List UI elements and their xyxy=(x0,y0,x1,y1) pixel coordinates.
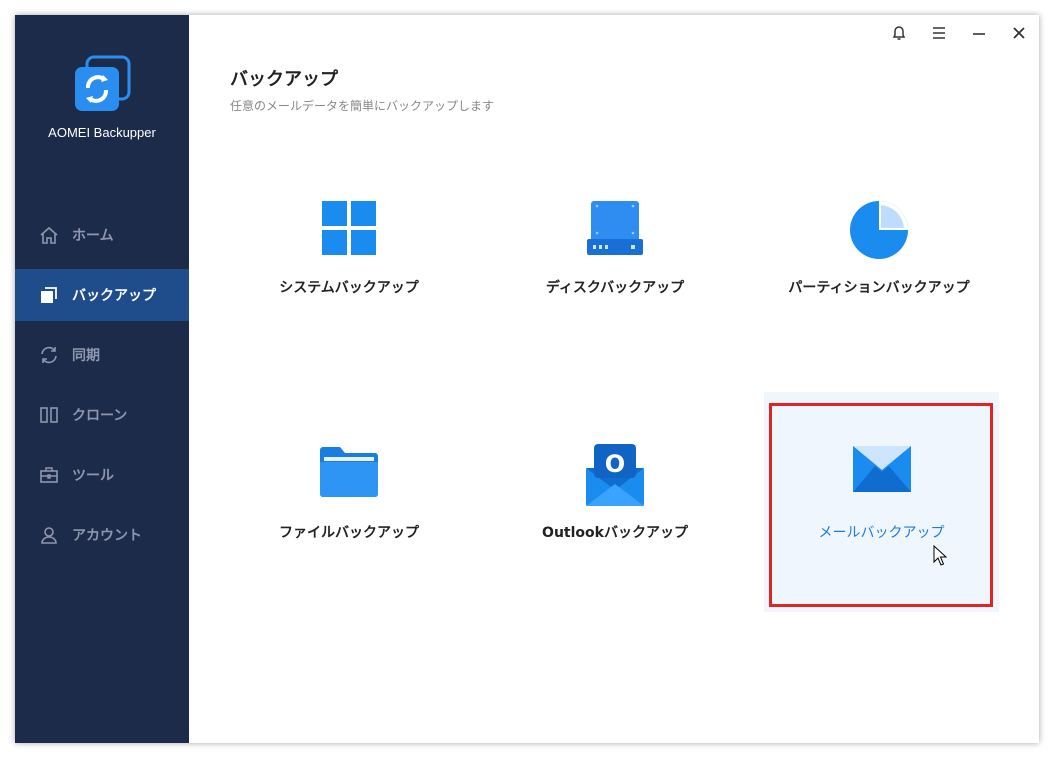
close-button[interactable] xyxy=(999,15,1039,55)
sidebar: AOMEI Backupper ホーム バックアップ 同期 クローン ツール ア… xyxy=(15,15,189,743)
sidebar-item-label: ツール xyxy=(72,468,114,484)
tile-label: システムバックアップ xyxy=(279,280,419,296)
copy-icon xyxy=(38,284,60,306)
tile-label: ファイルバックアップ xyxy=(279,525,419,541)
outlook-icon: O xyxy=(500,444,730,508)
user-icon xyxy=(38,524,60,546)
clone-icon xyxy=(38,404,60,426)
minimize-button[interactable] xyxy=(959,15,999,55)
file-backup-tile[interactable]: ファイルバックアップ xyxy=(234,430,464,645)
sidebar-item-clone[interactable]: クローン xyxy=(15,389,189,441)
sidebar-item-backup[interactable]: バックアップ xyxy=(15,269,189,321)
system-backup-tile[interactable]: システムバックアップ xyxy=(234,185,464,400)
disk-icon xyxy=(500,199,730,263)
partition-backup-tile[interactable]: パーティションバックアップ xyxy=(764,185,994,400)
sidebar-item-sync[interactable]: 同期 xyxy=(15,329,189,381)
titlebar xyxy=(879,15,1039,55)
outlook-backup-tile[interactable]: O Outlookバックアップ xyxy=(500,430,730,645)
app-logo-icon xyxy=(73,55,131,113)
close-icon xyxy=(1011,25,1027,45)
sidebar-item-label: アカウント xyxy=(72,528,142,544)
bell-icon xyxy=(891,25,907,45)
tile-label: Outlookバックアップ xyxy=(542,525,688,541)
partition-pie-icon xyxy=(764,199,994,263)
app-name: AOMEI Backupper xyxy=(48,125,156,140)
selection-highlight xyxy=(769,403,993,607)
svg-text:O: O xyxy=(605,450,625,478)
sync-icon xyxy=(38,344,60,366)
tile-label: パーティションバックアップ xyxy=(788,280,970,296)
mouse-cursor-icon xyxy=(933,544,948,571)
windows-icon xyxy=(234,199,464,263)
menu-button[interactable] xyxy=(919,15,959,55)
home-icon xyxy=(38,224,60,246)
sidebar-item-label: 同期 xyxy=(72,348,100,364)
sidebar-item-label: バックアップ xyxy=(72,288,156,304)
sidebar-item-label: ホーム xyxy=(72,228,114,244)
page-title: バックアップ xyxy=(230,69,338,90)
disk-backup-tile[interactable]: ディスクバックアップ xyxy=(500,185,730,400)
page-subtitle: 任意のメールデータを簡単にバックアップします xyxy=(230,99,495,113)
sidebar-item-home[interactable]: ホーム xyxy=(15,209,189,261)
sidebar-item-label: クローン xyxy=(72,408,128,424)
notification-button[interactable] xyxy=(879,15,919,55)
menu-icon xyxy=(931,25,947,45)
sidebar-item-tools[interactable]: ツール xyxy=(15,449,189,501)
minimize-icon xyxy=(971,25,987,45)
toolbox-icon xyxy=(38,464,60,486)
sidebar-item-account[interactable]: アカウント xyxy=(15,509,189,561)
tile-label: ディスクバックアップ xyxy=(545,280,685,296)
folder-icon xyxy=(234,444,464,508)
app-window: AOMEI Backupper ホーム バックアップ 同期 クローン ツール ア… xyxy=(15,15,1039,743)
main-content: バックアップ 任意のメールデータを簡単にバックアップします システムバックアップ xyxy=(189,15,1039,743)
